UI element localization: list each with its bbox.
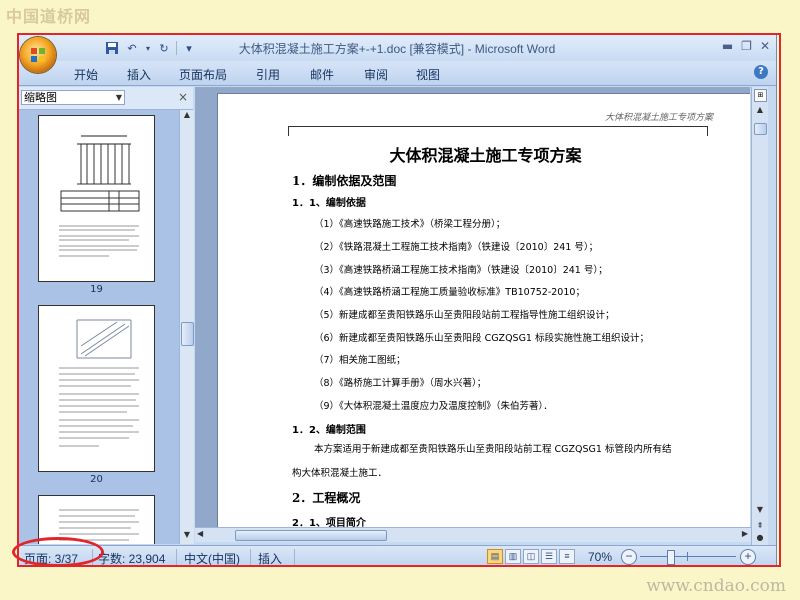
status-insert-mode[interactable]: 插入 [258,550,282,565]
body-paragraph: （4）《高速铁路桥涵工程施工质量验收标准》TB10752-2010； [314,287,585,298]
body-paragraph: （6）新建成都至贵阳铁路乐山至贵阳段 CGZQSG1 标段实施性施工组织设计； [314,333,650,344]
scroll-up-icon[interactable]: ▲ [752,105,768,119]
chevron-down-icon: ▼ [115,93,122,102]
window-controls: ▬ ❐ ✕ [722,39,770,53]
tab-mailings[interactable]: 邮件 [310,66,334,83]
zoom-slider-track[interactable] [640,556,736,557]
view-buttons: ▤ ▥ ◫ ☰ ≡ [487,549,575,564]
body-paragraph: （5）新建成都至贵阳铁路乐山至贵阳段站前工程指导性施工组织设计； [314,310,615,321]
page-thumbnail-drawing [59,319,139,447]
horizontal-scrollbar[interactable]: ◀ ▶ [195,527,751,542]
page-thumbnail-21[interactable] [38,495,155,544]
previous-page-icon[interactable]: ⇞ [752,521,768,530]
thumbnail-label: 19 [90,284,103,295]
zoom-in-icon[interactable]: + [740,549,756,565]
scroll-left-icon[interactable]: ◀ [197,529,203,538]
scroll-right-icon[interactable]: ▶ [742,529,748,538]
print-layout-icon[interactable]: ▤ [487,549,503,564]
page-thumbnail-19[interactable] [38,115,155,282]
close-pane-icon[interactable]: × [178,90,188,104]
outline-view-icon[interactable]: ☰ [541,549,557,564]
zoom-out-icon[interactable]: − [621,549,637,565]
scroll-thumb[interactable] [181,322,194,346]
tab-references[interactable]: 引用 [256,66,280,83]
office-button[interactable] [20,37,56,73]
page-header-text: 大体积混凝土施工专项方案 [604,113,713,123]
scroll-thumb[interactable] [235,530,387,541]
document-page[interactable]: 大体积混凝土施工专项方案 大体积混凝土施工专项方案 1．编制依据及范围 1．1、编… [217,93,750,527]
thumbnail-scrollbar[interactable]: ▲ ▼ [179,110,194,544]
status-separator [250,549,251,565]
section-heading: 2．1、项目简介 [292,518,366,527]
zoom-level[interactable]: 70% [588,550,612,564]
body-paragraph: （7）相关施工图纸； [314,355,406,366]
body-paragraph: （8）《路桥施工计算手册》（周水兴著）； [314,378,487,389]
scroll-thumb[interactable] [754,123,767,135]
tab-home[interactable]: 开始 [74,66,98,83]
tab-view[interactable]: 视图 [416,66,440,83]
help-icon[interactable]: ? [754,65,768,79]
office-logo-icon [31,48,45,62]
body-paragraph: （2）《铁路混凝土工程施工技术指南》（铁建设〔2010〕241 号）； [314,242,599,253]
scroll-down-icon[interactable]: ▼ [752,505,768,519]
window-title: 大体积混凝土施工方案+-+1.doc [兼容模式] - Microsoft Wo… [238,42,556,56]
status-separator [294,549,295,565]
page-thumbnail-drawing [59,135,140,257]
maximize-icon[interactable]: ❐ [741,39,752,53]
header-corner-right [707,126,708,136]
status-page-count[interactable]: 页面: 3/37 [24,550,78,565]
close-icon[interactable]: ✕ [760,39,770,53]
thumbnail-list: 19 20 [18,110,179,544]
web-layout-icon[interactable]: ◫ [523,549,539,564]
section-heading: 1．2、编制范围 [292,425,366,436]
tab-page-layout[interactable]: 页面布局 [179,66,227,83]
body-paragraph: （3）《高速铁路桥涵工程施工技术指南》（铁建设〔2010〕241 号）； [314,265,608,276]
header-corner-left [288,126,289,136]
nav-view-select[interactable]: 缩略图 ▼ [21,90,125,105]
watermark-bottom: www.cndao.com [646,576,786,596]
minimize-icon[interactable]: ▬ [722,39,733,53]
thumbnail-pane-header: 缩略图 ▼ × [18,87,193,110]
tab-review[interactable]: 审阅 [364,66,388,83]
zoom-slider-knob[interactable] [667,550,675,565]
thumbnail-label: 20 [90,474,103,485]
scroll-down-icon[interactable]: ▼ [180,530,194,544]
status-separator [92,549,93,565]
ruler-toggle-icon[interactable]: ⊞ [754,89,767,102]
page-thumbnail-drawing [59,509,139,541]
zoom-slider-center-mark [687,552,688,561]
scroll-up-icon[interactable]: ▲ [180,110,194,124]
section-heading: 2．工程概况 [292,491,361,505]
status-word-count[interactable]: 字数: 23,904 [98,550,165,565]
vertical-scrollbar[interactable]: ⊞ ▲ ▼ ⇞ ● ⇟ [751,87,768,554]
full-screen-reading-icon[interactable]: ▥ [505,549,521,564]
document-area: 大体积混凝土施工专项方案 大体积混凝土施工专项方案 1．编制依据及范围 1．1、编… [195,87,750,527]
header-rule [288,126,708,127]
body-paragraph: 本方案适用于新建成都至贵阳铁路乐山至贵阳段站前工程 CGZQSG1 标管段内所有… [314,444,672,455]
browse-object-icon[interactable]: ● [752,533,768,542]
body-paragraph: （1）《高速铁路施工技术》（桥梁工程分册）； [314,219,506,230]
title-bar: ↶ ▾ ↻ ▾ 大体积混凝土施工方案+-+1.doc [兼容模式] - Micr… [18,35,776,61]
draft-view-icon[interactable]: ≡ [559,549,575,564]
page-thumbnail-20[interactable] [38,305,155,472]
document-title: 大体积混凝土施工专项方案 [389,146,582,165]
section-heading: 1．编制依据及范围 [292,174,397,188]
status-language[interactable]: 中文(中国) [184,550,240,565]
watermark-top: 中国道桥网 [6,7,92,26]
body-paragraph: 构大体积混凝土施工． [292,468,388,479]
tab-insert[interactable]: 插入 [127,66,151,83]
ribbon-tabs: 开始 插入 页面布局 引用 邮件 审阅 视图 ? [18,61,776,86]
body-paragraph: （9）《大体积混凝土温度应力及温度控制》（朱伯芳著）． [314,401,553,412]
nav-view-label: 缩略图 [24,91,57,104]
status-separator [176,549,177,565]
section-heading: 1．1、编制依据 [292,198,366,209]
status-bar: 页面: 3/37 字数: 23,904 中文(中国) 插入 ▤ ▥ ◫ ☰ ≡ … [18,545,776,565]
word-window: ↶ ▾ ↻ ▾ 大体积混凝土施工方案+-+1.doc [兼容模式] - Micr… [17,34,777,566]
